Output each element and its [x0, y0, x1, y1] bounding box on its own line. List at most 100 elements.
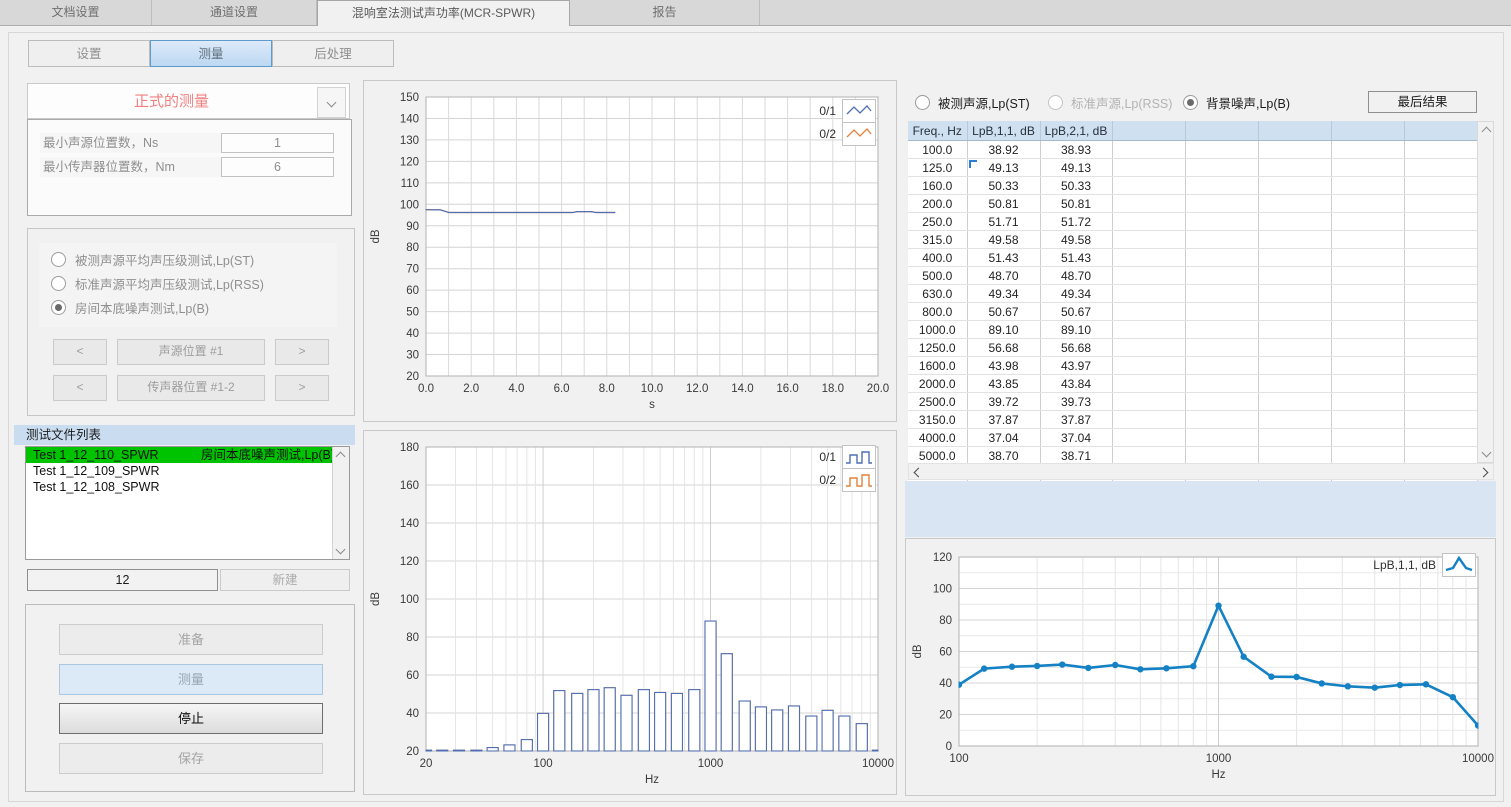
- table-cell[interactable]: [1331, 177, 1404, 195]
- table-cell[interactable]: 800.0: [908, 303, 967, 321]
- subtab-1[interactable]: 设置: [28, 40, 150, 67]
- tab-4[interactable]: 报告: [570, 0, 760, 25]
- table-cell[interactable]: [1185, 339, 1258, 357]
- table-cell[interactable]: [1112, 213, 1185, 231]
- tab-2[interactable]: 通道设置: [152, 0, 317, 25]
- measure-mode-dropdown[interactable]: 正式的测量: [27, 83, 350, 119]
- table-cell[interactable]: [1404, 249, 1477, 267]
- table-cell[interactable]: [1331, 285, 1404, 303]
- radio-icon[interactable]: [1048, 95, 1063, 110]
- table-cell[interactable]: [1112, 141, 1185, 159]
- test-type-radio-1[interactable]: 被测声源平均声压级测试,Lp(ST): [51, 251, 254, 267]
- table-vertical-scrollbar[interactable]: [1477, 121, 1494, 463]
- table-cell[interactable]: 5000.0: [908, 447, 967, 465]
- table-cell[interactable]: [1112, 339, 1185, 357]
- subtab-3[interactable]: 后处理: [272, 40, 394, 67]
- result-table[interactable]: Freq., HzLpB,1,1, dBLpB,2,1, dB100.038.9…: [908, 121, 1478, 483]
- table-cell[interactable]: [1404, 393, 1477, 411]
- table-cell[interactable]: [1112, 393, 1185, 411]
- table-cell[interactable]: 37.87: [1040, 411, 1112, 429]
- table-cell[interactable]: 48.70: [967, 267, 1040, 285]
- stop-button[interactable]: 停止: [59, 703, 323, 734]
- position-prev-button[interactable]: <: [53, 375, 107, 401]
- table-cell[interactable]: 56.68: [967, 339, 1040, 357]
- table-cell[interactable]: [1331, 303, 1404, 321]
- table-cell[interactable]: 3150.0: [908, 411, 967, 429]
- radio-icon[interactable]: [1183, 95, 1198, 110]
- file-list-item[interactable]: Test 1_12_108_SPWR: [26, 479, 332, 495]
- file-list-item[interactable]: Test 1_12_110_SPWR房间本底噪声测试,Lp(B): [26, 447, 332, 463]
- table-cell[interactable]: [1185, 375, 1258, 393]
- table-cell[interactable]: [1331, 213, 1404, 231]
- prepare-button[interactable]: 准备: [59, 624, 323, 655]
- table-cell[interactable]: [1404, 285, 1477, 303]
- table-cell[interactable]: [1258, 429, 1331, 447]
- table-cell[interactable]: 50.33: [967, 177, 1040, 195]
- source-radio-3[interactable]: 背景噪声,Lp(B): [1183, 91, 1290, 113]
- table-cell[interactable]: [1404, 195, 1477, 213]
- table-cell[interactable]: [1185, 267, 1258, 285]
- table-cell[interactable]: [1112, 267, 1185, 285]
- file-list-item[interactable]: Test 1_12_109_SPWR: [26, 463, 332, 479]
- table-cell[interactable]: [1112, 357, 1185, 375]
- table-cell[interactable]: 49.34: [967, 285, 1040, 303]
- table-cell[interactable]: 37.87: [967, 411, 1040, 429]
- table-cell[interactable]: 49.58: [1040, 231, 1112, 249]
- table-cell[interactable]: 51.72: [1040, 213, 1112, 231]
- table-horizontal-scrollbar[interactable]: [908, 463, 1494, 480]
- table-cell[interactable]: [1112, 321, 1185, 339]
- table-cell[interactable]: 37.04: [967, 429, 1040, 447]
- table-cell[interactable]: 49.13: [967, 159, 1040, 177]
- table-cell[interactable]: [1404, 177, 1477, 195]
- save-button[interactable]: 保存: [59, 743, 323, 774]
- scroll-down-icon[interactable]: [336, 545, 346, 555]
- table-cell[interactable]: [1112, 177, 1185, 195]
- table-cell[interactable]: 89.10: [967, 321, 1040, 339]
- table-cell[interactable]: [1404, 375, 1477, 393]
- table-cell[interactable]: [1185, 285, 1258, 303]
- table-cell[interactable]: 4000.0: [908, 429, 967, 447]
- table-cell[interactable]: [1112, 429, 1185, 447]
- test-type-radio-2[interactable]: 标准声源平均声压级测试,Lp(RSS): [51, 275, 264, 291]
- table-cell[interactable]: [1112, 159, 1185, 177]
- table-cell[interactable]: [1185, 141, 1258, 159]
- radio-icon[interactable]: [51, 252, 66, 267]
- source-radio-1[interactable]: 被测声源,Lp(ST): [915, 91, 1030, 113]
- radio-icon[interactable]: [51, 300, 66, 315]
- position-prev-button[interactable]: <: [53, 339, 107, 365]
- table-cell[interactable]: [1404, 411, 1477, 429]
- table-cell[interactable]: 51.43: [1040, 249, 1112, 267]
- table-cell[interactable]: [1112, 375, 1185, 393]
- table-cell[interactable]: 49.13: [1040, 159, 1112, 177]
- table-cell[interactable]: [1185, 213, 1258, 231]
- table-cell[interactable]: 51.71: [967, 213, 1040, 231]
- table-cell[interactable]: 630.0: [908, 285, 967, 303]
- table-cell[interactable]: 250.0: [908, 213, 967, 231]
- last-result-button[interactable]: 最后结果: [1368, 91, 1477, 113]
- table-cell[interactable]: [1331, 141, 1404, 159]
- table-cell[interactable]: [1331, 447, 1404, 465]
- table-cell[interactable]: [1404, 447, 1477, 465]
- position-label-button[interactable]: 传声器位置 #1-2: [117, 375, 265, 401]
- table-cell[interactable]: [1185, 447, 1258, 465]
- table-cell[interactable]: 38.71: [1040, 447, 1112, 465]
- table-cell[interactable]: [1258, 231, 1331, 249]
- test-type-radio-3[interactable]: 房间本底噪声测试,Lp(B): [51, 299, 209, 315]
- tab-1[interactable]: 文档设置: [0, 0, 152, 25]
- scroll-up-icon[interactable]: [336, 452, 346, 462]
- table-cell[interactable]: [1404, 231, 1477, 249]
- table-cell[interactable]: [1258, 393, 1331, 411]
- table-cell[interactable]: 39.73: [1040, 393, 1112, 411]
- file-list[interactable]: Test 1_12_110_SPWR房间本底噪声测试,Lp(B)Test 1_1…: [25, 446, 350, 560]
- table-cell[interactable]: [1258, 195, 1331, 213]
- table-cell[interactable]: 125.0: [908, 159, 967, 177]
- table-cell[interactable]: 89.10: [1040, 321, 1112, 339]
- table-cell[interactable]: 56.68: [1040, 339, 1112, 357]
- table-row[interactable]: 100.038.9238.93: [908, 141, 1477, 159]
- table-cell[interactable]: [1404, 321, 1477, 339]
- table-cell[interactable]: [1112, 249, 1185, 267]
- table-cell[interactable]: 200.0: [908, 195, 967, 213]
- table-cell[interactable]: [1258, 177, 1331, 195]
- table-cell[interactable]: [1258, 213, 1331, 231]
- table-cell[interactable]: 43.98: [967, 357, 1040, 375]
